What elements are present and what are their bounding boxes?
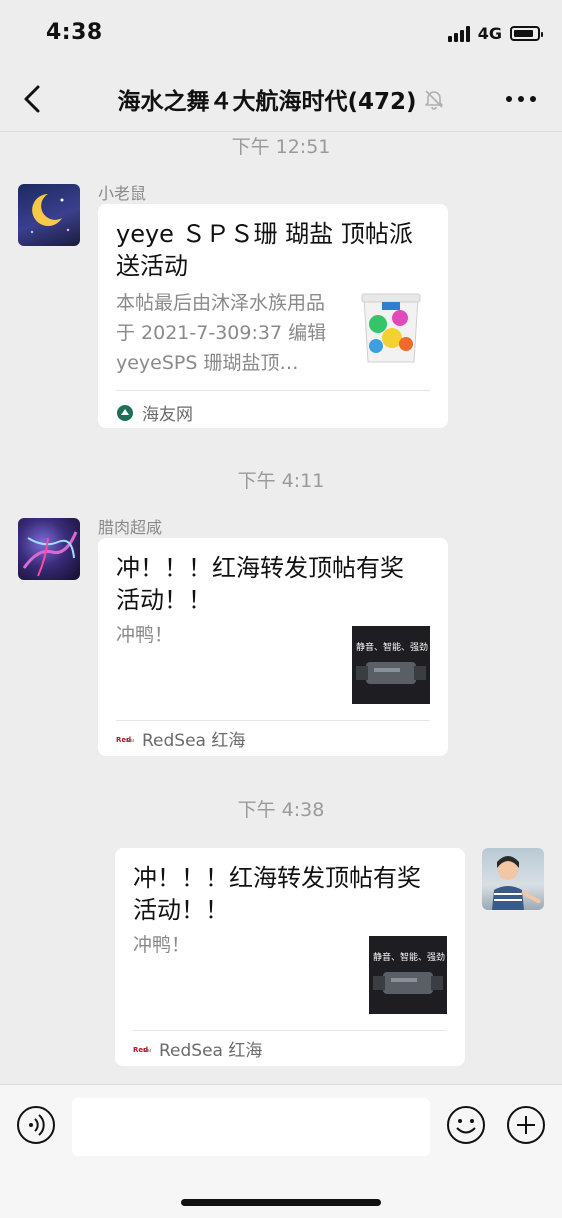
moon-icon: [30, 194, 70, 234]
card-source: 海友网: [116, 400, 193, 425]
card-divider: [116, 720, 430, 721]
bell-off-icon: [424, 90, 443, 110]
chat-title-area[interactable]: 海水之舞４大航海时代(472): [70, 82, 492, 116]
svg-text:Sea: Sea: [126, 738, 134, 744]
link-card[interactable]: yeye ＳＰＳ珊 瑚盐 顶帖派送活动 本帖最后由沐泽水族用品于 2021-7-…: [98, 204, 448, 428]
haiyou-logo-icon: [117, 404, 133, 421]
salt-bucket-image: [352, 288, 430, 366]
message-timestamp: 下午 4:38: [237, 799, 325, 821]
home-indicator[interactable]: [181, 1199, 381, 1206]
avatar[interactable]: [18, 184, 80, 246]
battery-level: [514, 30, 533, 37]
svg-text:Sea: Sea: [143, 1048, 151, 1054]
signal-icon: [447, 25, 470, 42]
card-source: Red Sea RedSea 红海: [116, 726, 245, 751]
message-timestamp: 下午 12:51: [231, 136, 331, 158]
plus-icon[interactable]: [506, 1105, 546, 1145]
card-thumbnail: 静音、智能、强劲: [352, 626, 430, 704]
card-divider: [133, 1030, 447, 1031]
network-label: 4G: [477, 24, 502, 43]
status-bar: 4:38 4G: [0, 0, 562, 66]
emoji-icon[interactable]: [446, 1105, 486, 1145]
chevron-left-icon[interactable]: [20, 84, 46, 114]
card-divider: [116, 390, 430, 391]
avatar[interactable]: [482, 848, 544, 910]
card-source-label: RedSea 红海: [159, 1041, 263, 1061]
more-dots-icon[interactable]: [506, 96, 536, 102]
card-description: 冲鸭！: [133, 934, 191, 956]
card-source: Red Sea RedSea 红海: [133, 1036, 262, 1061]
avatar[interactable]: [18, 518, 80, 580]
status-time: 4:38: [46, 20, 103, 45]
sender-name: 小老鼠: [98, 184, 147, 203]
card-title: 冲！！！红海转发顶帖有奖活动！！: [116, 554, 404, 614]
voice-icon[interactable]: [16, 1105, 56, 1145]
redsea-logo-icon: Red Sea: [116, 736, 134, 744]
card-thumbnail: 静音、智能、强劲: [369, 936, 447, 1014]
card-thumbnail: [352, 288, 430, 366]
chat-header: 海水之舞４大航海时代(472): [0, 66, 562, 132]
message-input[interactable]: [72, 1098, 430, 1156]
sender-name: 腊肉超咸: [98, 518, 163, 537]
link-card[interactable]: 冲！！！红海转发顶帖有奖活动！！ 冲鸭！ 静音、智能、强劲 Red Sea Re…: [115, 848, 465, 1066]
card-title: 冲！！！红海转发顶帖有奖活动！！: [133, 864, 421, 924]
status-indicators: 4G: [447, 24, 543, 43]
link-card[interactable]: 冲！！！红海转发顶帖有奖活动！！ 冲鸭！ 静音、智能、强劲 Red Sea Re…: [98, 538, 448, 756]
chat-title: 海水之舞４大航海时代(472): [117, 89, 417, 115]
card-description: 本帖最后由沐泽水族用品于 2021-7-309:37 编辑 yeyeSPS 珊瑚…: [116, 292, 327, 374]
child-photo-image: [492, 856, 541, 910]
battery-icon: [510, 26, 543, 41]
chat-input-bar: [0, 1084, 562, 1218]
redsea-logo-icon: Red Sea: [133, 1046, 151, 1054]
pump-image: [373, 972, 443, 994]
coral-image: [22, 531, 78, 577]
card-source-label: RedSea 红海: [142, 731, 246, 751]
pump-image: [356, 662, 426, 684]
card-source-label: 海友网: [142, 405, 193, 425]
card-description: 冲鸭！: [116, 624, 174, 646]
card-title: yeye ＳＰＳ珊 瑚盐 顶帖派送活动: [116, 220, 413, 280]
message-timestamp: 下午 4:11: [237, 470, 325, 492]
